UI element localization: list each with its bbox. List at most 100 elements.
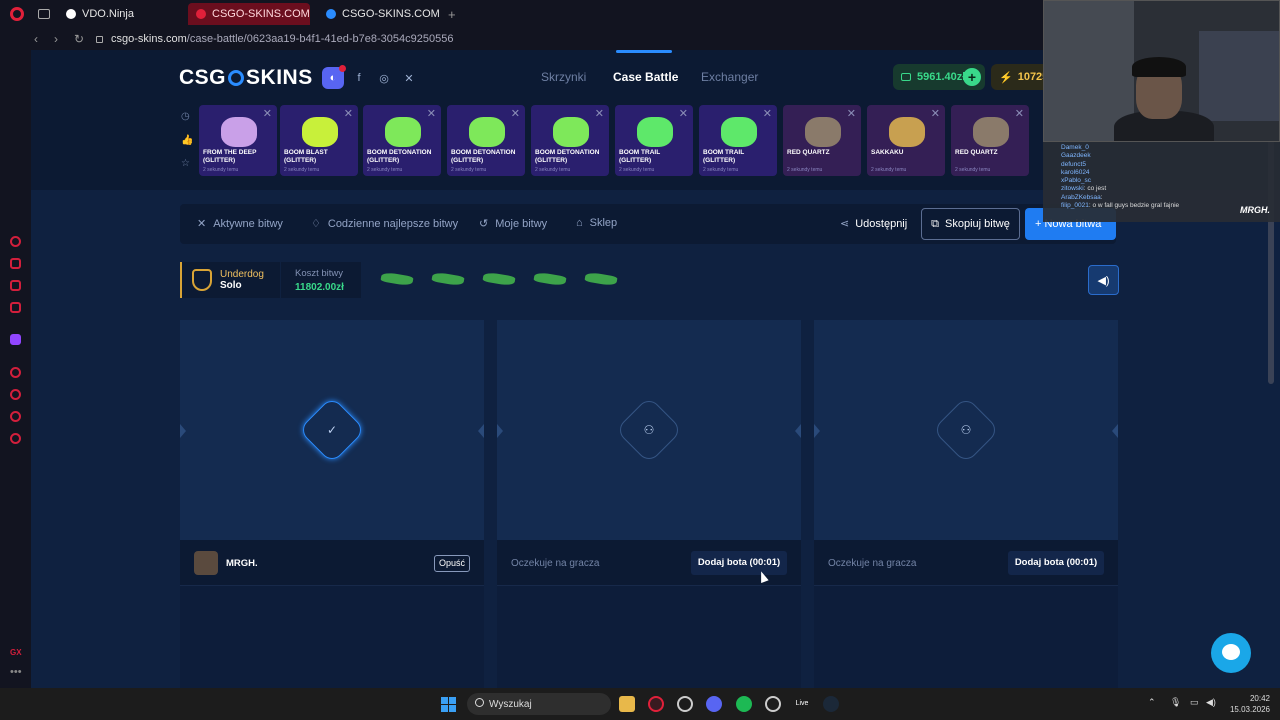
new-tab-button[interactable]: +	[448, 7, 456, 22]
dismiss-icon[interactable]: ✕	[263, 107, 272, 120]
sound-toggle-button[interactable]: ◀)	[1088, 265, 1119, 295]
nav-active-indicator	[616, 50, 672, 53]
leave-button[interactable]: Opuść	[434, 555, 470, 572]
swords-icon: ✕	[197, 218, 207, 230]
nav-skrzynki[interactable]: Skrzynki	[541, 70, 586, 84]
subnav-daily-best[interactable]: ♢ Codzienne najlepsze bitwy	[311, 217, 458, 231]
tab-csgo-skins-active[interactable]: CSGO-SKINS.COM - Najle	[188, 3, 310, 25]
dismiss-icon[interactable]: ✕	[679, 107, 688, 120]
dismiss-icon[interactable]: ✕	[427, 107, 436, 120]
app-icon[interactable]	[677, 696, 693, 712]
opera-logo-icon[interactable]	[10, 7, 24, 21]
battle-case-icon[interactable]	[380, 271, 414, 287]
battle-case-icon[interactable]	[584, 271, 618, 287]
player-icon[interactable]	[10, 367, 21, 378]
add-bot-button[interactable]: Dodaj bota (00:01)	[691, 551, 787, 575]
skin-name: BOOM TRAIL (GLITTER)	[619, 149, 661, 164]
discord-icon[interactable]: ◐	[322, 65, 346, 89]
dismiss-icon[interactable]: ✕	[511, 107, 520, 120]
subnav-my-battles[interactable]: ↺ Moje bitwy	[479, 217, 547, 231]
taskbar-search[interactable]: Wyszukaj	[467, 693, 611, 715]
aria-icon[interactable]	[10, 236, 21, 247]
share-button[interactable]: ⋖ Udostępnij	[840, 217, 907, 230]
site-logo[interactable]: CSG SKINS	[179, 66, 313, 90]
live-drop-item[interactable]: ✕ SAKKAKU 2 sekundy temu	[867, 105, 945, 176]
battle-case-icon[interactable]	[533, 271, 567, 287]
player-name: MRGH.	[226, 558, 258, 569]
live-drop-item[interactable]: ✕ RED QUARTZ 2 sekundy temu	[783, 105, 861, 176]
dismiss-icon[interactable]: ✕	[847, 107, 856, 120]
subnav-active-battles[interactable]: ✕ Aktywne bitwy	[197, 217, 283, 231]
gx-icon[interactable]: GX	[10, 648, 22, 657]
clock[interactable]: 20:42 15.03.2026	[1228, 693, 1270, 715]
back-icon[interactable]: ‹	[34, 32, 42, 46]
tab-csgo-skins[interactable]: CSGO-SKINS.COM - Najle	[318, 3, 440, 25]
more-icon[interactable]: •••	[10, 666, 22, 678]
live-drop-item[interactable]: ✕ BOOM TRAIL (GLITTER) 2 sekundy temu	[615, 105, 693, 176]
tab-vdo-ninja[interactable]: VDO.Ninja	[58, 3, 180, 25]
top-drops-thumb-icon[interactable]: 👍	[181, 135, 193, 146]
copy-label: Skopiuj bitwę	[945, 218, 1010, 230]
live-drop-item[interactable]: ✕ RED QUARTZ 2 sekundy temu	[951, 105, 1029, 176]
x-twitter-icon[interactable]: ✕	[398, 67, 420, 89]
player-slot-1: ✓ MRGH. Opuść	[180, 320, 484, 688]
dismiss-icon[interactable]: ✕	[344, 107, 353, 120]
dismiss-icon[interactable]: ✕	[595, 107, 604, 120]
microphone-icon[interactable]: 🎙	[1170, 697, 1181, 708]
coins-display[interactable]: ⚡ 10725	[991, 64, 1051, 90]
obs-icon[interactable]	[765, 696, 781, 712]
live-drop-item[interactable]: ✕ BOOM DETONATION (GLITTER) 2 sekundy temu	[363, 105, 441, 176]
steam-icon[interactable]	[823, 696, 839, 712]
live-drop-item[interactable]: ✕ BOOM BLAST (GLITTER) 2 sekundy temu	[280, 105, 358, 176]
instagram-icon[interactable]	[10, 280, 21, 291]
live-drop-item[interactable]: ✕ FROM THE DEEP (GLITTER) 2 sekundy temu	[199, 105, 277, 176]
reload-icon[interactable]: ↻	[74, 32, 84, 46]
forward-icon[interactable]: ›	[54, 32, 62, 46]
slot-reel: ⚇	[814, 320, 1118, 540]
balance-display[interactable]: 5961.40zł +	[893, 64, 985, 90]
nav-case-battle[interactable]: Case Battle	[613, 70, 678, 84]
tab-island-icon[interactable]	[38, 9, 50, 19]
drop-time: 2 sekundy temu	[451, 167, 487, 173]
vk-icon[interactable]	[10, 302, 21, 313]
facebook-icon[interactable]: f	[348, 67, 370, 89]
recent-drops-clock-icon[interactable]: ◷	[181, 111, 190, 122]
live-drop-item[interactable]: ✕ BOOM TRAIL (GLITTER) 2 sekundy temu	[699, 105, 777, 176]
url-field[interactable]: csgo-skins.com/case-battle/0623aa19-b4f1…	[111, 33, 453, 45]
skin-image	[302, 117, 338, 147]
support-chat-button[interactable]	[1211, 633, 1251, 673]
volume-icon[interactable]: ◀)	[1206, 697, 1216, 708]
favorite-drops-star-icon[interactable]: ☆	[181, 158, 190, 169]
network-icon[interactable]: ▭	[1190, 697, 1199, 708]
history-icon[interactable]	[10, 389, 21, 400]
copy-battle-button[interactable]: ⧉ Skopiuj bitwę	[921, 208, 1020, 240]
url-path: /case-battle/0623aa19-b4f1-41ed-b7e8-305…	[186, 33, 454, 45]
settings-icon[interactable]	[10, 433, 21, 444]
live-drop-item[interactable]: ✕ BOOM DETONATION (GLITTER) 2 sekundy temu	[531, 105, 609, 176]
vdo-ninja-favicon-icon	[66, 9, 76, 19]
dismiss-icon[interactable]: ✕	[763, 107, 772, 120]
dismiss-icon[interactable]: ✕	[1015, 107, 1024, 120]
file-explorer-icon[interactable]	[619, 696, 635, 712]
extensions-icon[interactable]	[10, 411, 21, 422]
chat-line: filip_0021: o w fall guys bedzie gral fa…	[1061, 202, 1262, 210]
instagram-icon[interactable]: ◎	[373, 67, 395, 89]
messenger-icon[interactable]	[10, 258, 21, 269]
windows-start-icon[interactable]	[441, 697, 456, 712]
add-bot-button[interactable]: Dodaj bota (00:01)	[1008, 551, 1104, 575]
battle-case-icon[interactable]	[431, 271, 465, 287]
chat-line: Gaazdeek	[1061, 152, 1262, 160]
battle-case-icon[interactable]	[482, 271, 516, 287]
opera-gx-icon[interactable]	[648, 696, 664, 712]
twitch-icon[interactable]	[10, 334, 21, 345]
spotify-icon[interactable]	[736, 696, 752, 712]
deposit-plus-button[interactable]: +	[963, 68, 981, 86]
nav-exchanger[interactable]: Exchanger	[701, 70, 758, 84]
share-icon: ⋖	[840, 218, 850, 230]
live-drop-item[interactable]: ✕ BOOM DETONATION (GLITTER) 2 sekundy temu	[447, 105, 525, 176]
dismiss-icon[interactable]: ✕	[931, 107, 940, 120]
discord-icon[interactable]	[706, 696, 722, 712]
subnav-shop[interactable]: ⌂ Sklep	[576, 217, 617, 229]
live-app-icon[interactable]: Live	[794, 696, 810, 712]
tray-chevron-icon[interactable]: ⌃	[1148, 697, 1156, 708]
